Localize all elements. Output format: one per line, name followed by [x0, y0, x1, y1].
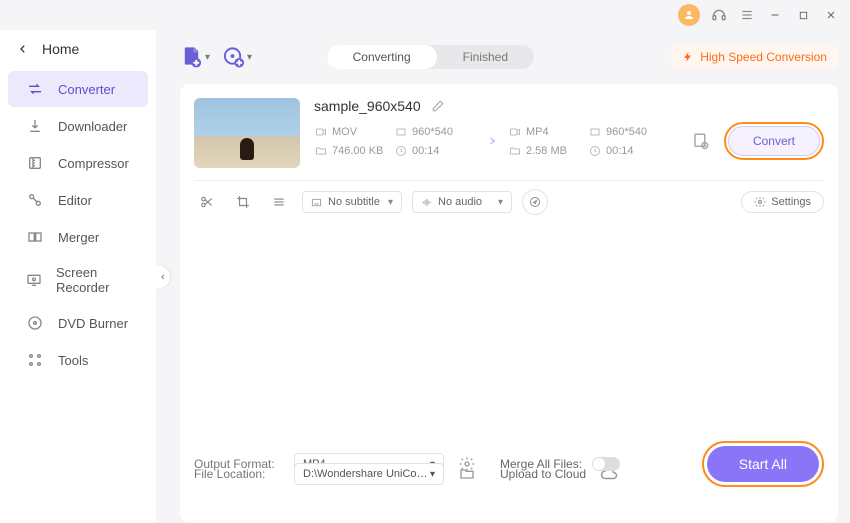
nav-label: DVD Burner — [58, 316, 128, 331]
file-location-dropdown[interactable]: D:\Wondershare UniConverter 1 ▾ — [294, 463, 444, 485]
file-item: sample_960x540 MOV 960*540 746.00 KB 00:… — [194, 98, 824, 181]
body: Home Converter Downloader Compressor Edi… — [0, 30, 850, 523]
tab-finished[interactable]: Finished — [437, 45, 534, 69]
output-settings-icon[interactable] — [688, 128, 714, 154]
chevron-down-icon: ▾ — [205, 52, 210, 63]
screen-icon — [26, 271, 42, 289]
maximize-button[interactable] — [794, 6, 812, 24]
item-body: sample_960x540 MOV 960*540 746.00 KB 00:… — [314, 98, 824, 168]
dvd-icon — [26, 314, 44, 332]
edit-title-icon[interactable] — [431, 99, 445, 113]
sidebar-item-screen-recorder[interactable]: Screen Recorder — [8, 256, 148, 304]
nav-label: Editor — [58, 193, 92, 208]
footer: Output Format: MP4 ▾ Merge All Files: St… — [194, 430, 824, 509]
nav-label: Screen Recorder — [56, 265, 130, 295]
sidebar-item-editor[interactable]: Editor — [8, 182, 148, 218]
video-thumbnail[interactable] — [194, 98, 300, 168]
close-button[interactable] — [822, 6, 840, 24]
add-url-button[interactable]: ▾ — [222, 42, 252, 72]
sidebar-item-dvd-burner[interactable]: DVD Burner — [8, 305, 148, 341]
hsc-label: High Speed Conversion — [700, 50, 827, 64]
convert-icon — [26, 80, 44, 98]
target-meta: MP4 960*540 2.58 MB 00:14 — [508, 125, 664, 157]
video-icon — [508, 125, 521, 138]
headset-icon[interactable] — [710, 6, 728, 24]
convert-highlight: Convert — [724, 122, 824, 160]
item-controls: No subtitle ▾ No audio ▾ Settings — [194, 189, 824, 215]
subtitle-dropdown[interactable]: No subtitle ▾ — [302, 191, 402, 213]
home-label: Home — [42, 41, 79, 57]
audio-icon — [421, 197, 432, 208]
high-speed-badge[interactable]: High Speed Conversion — [671, 45, 838, 69]
home-nav[interactable]: Home — [0, 33, 156, 65]
gear-icon — [754, 196, 766, 208]
item-title: sample_960x540 — [314, 98, 421, 114]
crop-icon[interactable] — [230, 191, 256, 213]
status-tabs: Converting Finished — [327, 45, 534, 69]
merger-icon — [26, 228, 44, 246]
add-file-icon — [180, 45, 203, 69]
folder-icon — [314, 144, 327, 157]
start-all-button[interactable]: Start All — [707, 446, 819, 482]
merge-toggle[interactable] — [592, 457, 620, 471]
menu-icon[interactable] — [738, 6, 756, 24]
sidebar: Home Converter Downloader Compressor Edi… — [0, 30, 156, 523]
subtitle-icon — [311, 197, 322, 208]
settings-button[interactable]: Settings — [741, 191, 824, 213]
compass-icon[interactable] — [522, 189, 548, 215]
upload-cloud-label: Upload to Cloud — [500, 467, 586, 481]
open-folder-icon[interactable] — [454, 461, 480, 487]
trim-icon[interactable] — [194, 191, 220, 213]
compress-icon — [26, 154, 44, 172]
download-icon — [26, 117, 44, 135]
main: ▾ ▾ Converting Finished High Speed Conve… — [156, 30, 850, 523]
nav-label: Converter — [58, 82, 115, 97]
clock-icon — [588, 144, 601, 157]
titlebar — [0, 0, 850, 30]
resolution-icon — [588, 125, 601, 138]
clock-icon — [394, 144, 407, 157]
arrow-icon — [474, 130, 504, 152]
back-icon — [18, 44, 28, 54]
sidebar-item-tools[interactable]: Tools — [8, 342, 148, 378]
video-icon — [314, 125, 327, 138]
startall-highlight: Start All — [702, 441, 824, 487]
sidebar-item-compressor[interactable]: Compressor — [8, 145, 148, 181]
lightning-icon — [682, 51, 694, 63]
content-panel: sample_960x540 MOV 960*540 746.00 KB 00:… — [180, 84, 838, 523]
chevron-down-icon: ▾ — [498, 197, 503, 208]
convert-button[interactable]: Convert — [728, 126, 820, 156]
nav-label: Compressor — [58, 156, 129, 171]
sidebar-item-converter[interactable]: Converter — [8, 71, 148, 107]
source-meta: MOV 960*540 746.00 KB 00:14 — [314, 125, 470, 157]
chevron-down-icon: ▾ — [247, 52, 252, 63]
tab-converting[interactable]: Converting — [327, 45, 437, 69]
editor-icon — [26, 191, 44, 209]
toolbar: ▾ ▾ Converting Finished High Speed Conve… — [180, 30, 838, 84]
app-window: Home Converter Downloader Compressor Edi… — [0, 0, 850, 523]
audio-dropdown[interactable]: No audio ▾ — [412, 191, 512, 213]
effects-icon[interactable] — [266, 191, 292, 213]
nav-label: Tools — [58, 353, 88, 368]
file-location-label: File Location: — [194, 467, 284, 481]
add-file-button[interactable]: ▾ — [180, 42, 210, 72]
chevron-down-icon: ▾ — [430, 469, 435, 480]
folder-icon — [508, 144, 521, 157]
sidebar-item-downloader[interactable]: Downloader — [8, 108, 148, 144]
avatar[interactable] — [678, 4, 700, 26]
nav-label: Merger — [58, 230, 99, 245]
chevron-down-icon: ▾ — [388, 197, 393, 208]
tools-icon — [26, 351, 44, 369]
add-disc-icon — [222, 45, 245, 69]
sidebar-item-merger[interactable]: Merger — [8, 219, 148, 255]
minimize-button[interactable] — [766, 6, 784, 24]
nav-label: Downloader — [58, 119, 127, 134]
resolution-icon — [394, 125, 407, 138]
